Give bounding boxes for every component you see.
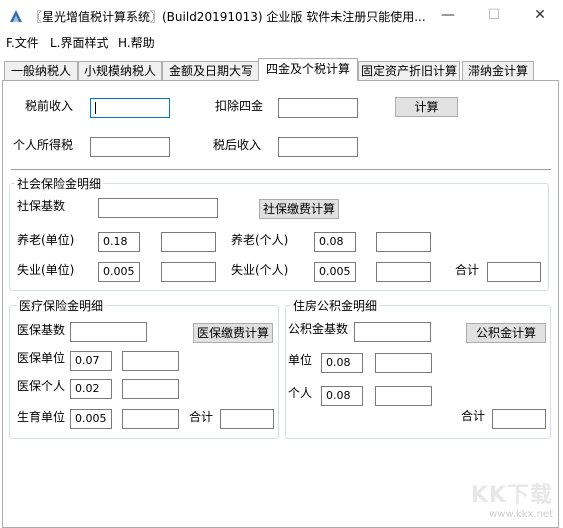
medical-person-amount[interactable]	[122, 379, 179, 399]
housing-unit-label: 单位	[288, 353, 313, 367]
medical-calc-button[interactable]: 医保缴费计算	[193, 323, 273, 343]
pretax-input[interactable]	[90, 98, 170, 118]
unemp-person-amount[interactable]	[376, 262, 431, 282]
medical-unit-label: 医保单位	[17, 351, 66, 365]
tab-amount-date[interactable]: 金额及日期大写	[162, 61, 260, 80]
tax-label: 个人所得税	[13, 138, 74, 152]
tax-input[interactable]	[90, 137, 170, 157]
housing-total-label: 合计	[461, 409, 486, 423]
pension-unit-rate[interactable]: 0.18	[98, 232, 140, 252]
pension-unit-amount[interactable]	[161, 232, 216, 252]
watermark: KK下载 www.kkx.net	[471, 477, 553, 520]
medical-base-label: 医保基数	[17, 323, 66, 337]
birth-unit-amount[interactable]	[122, 409, 179, 429]
title-bar: 〖星光增值税计算系统〗(Build20191013) 企业版 软件未注册只能使用…	[0, 0, 563, 30]
social-base-input[interactable]	[98, 198, 218, 218]
medical-person-rate[interactable]: 0.02	[70, 379, 112, 399]
calc-button[interactable]: 计算	[395, 97, 458, 117]
menu-style[interactable]: L.界面样式	[50, 34, 109, 51]
close-button[interactable]: ✕	[517, 0, 563, 30]
deduct-input[interactable]	[278, 98, 358, 118]
social-calc-button[interactable]: 社保缴费计算	[259, 199, 339, 219]
unemp-unit-rate[interactable]: 0.005	[98, 262, 140, 282]
pension-person-amount[interactable]	[376, 232, 431, 252]
deduct-label: 扣除四金	[215, 99, 264, 113]
tab-strip: 一般纳税人 小规模纳税人 金额及日期大写 四金及个税计算 固定资产折旧计算 滞纳…	[0, 58, 563, 81]
app-icon	[10, 10, 22, 22]
housing-unit-amount[interactable]	[375, 353, 432, 373]
minimize-button[interactable]: —	[425, 0, 471, 30]
pension-unit-label: 养老(单位)	[17, 233, 75, 247]
menu-file[interactable]: F.文件	[6, 34, 39, 51]
unemp-unit-amount[interactable]	[161, 262, 216, 282]
tab-late-fee[interactable]: 滞纳金计算	[462, 61, 534, 80]
medical-unit-rate[interactable]: 0.07	[70, 351, 112, 371]
social-total-label: 合计	[455, 263, 480, 277]
medical-total-input[interactable]	[220, 409, 274, 429]
aftertax-label: 税后收入	[213, 138, 262, 152]
housing-calc-button[interactable]: 公积金计算	[466, 323, 546, 343]
pension-person-label: 养老(个人)	[231, 233, 289, 247]
unemp-unit-label: 失业(单位)	[17, 263, 75, 277]
medical-unit-amount[interactable]	[122, 351, 179, 371]
housing-base-input[interactable]	[354, 322, 431, 342]
tab-depreciation[interactable]: 固定资产折旧计算	[358, 61, 460, 80]
housing-group-title: 住房公积金明细	[291, 297, 380, 314]
unemp-person-rate[interactable]: 0.005	[314, 262, 356, 282]
separator	[11, 169, 551, 170]
tab-general-taxpayer[interactable]: 一般纳税人	[4, 61, 78, 80]
menu-help[interactable]: H.帮助	[118, 34, 155, 51]
medical-base-input[interactable]	[70, 322, 147, 342]
tab-small-taxpayer[interactable]: 小规模纳税人	[78, 61, 162, 80]
housing-person-rate[interactable]: 0.08	[321, 386, 363, 406]
birth-unit-rate[interactable]: 0.005	[70, 409, 112, 429]
window-title: 〖星光增值税计算系统〗(Build20191013) 企业版 软件未注册只能使用…	[30, 10, 426, 24]
maximize-button[interactable]: ☐	[471, 0, 517, 30]
social-group-title: 社会保险金明细	[15, 175, 104, 192]
aftertax-input[interactable]	[278, 137, 358, 157]
text-caret	[95, 102, 96, 114]
housing-person-label: 个人	[288, 386, 313, 400]
housing-base-label: 公积金基数	[288, 322, 349, 336]
medical-person-label: 医保个人	[17, 379, 66, 393]
watermark-logo: KK下载	[470, 483, 553, 508]
pension-person-rate[interactable]: 0.08	[314, 232, 356, 252]
birth-unit-label: 生育单位	[17, 410, 66, 424]
watermark-url: www.kkx.net	[489, 509, 553, 520]
tab-insurance-tax[interactable]: 四金及个税计算	[258, 58, 358, 81]
housing-total-input[interactable]	[492, 409, 546, 429]
housing-person-amount[interactable]	[375, 386, 432, 406]
tab-panel: 税前收入 扣除四金 计算 个人所得税 税后收入 社会保险金明细 社保基数 社保缴…	[2, 80, 559, 528]
medical-group-title: 医疗保险金明细	[17, 297, 106, 314]
social-base-label: 社保基数	[17, 199, 66, 213]
medical-total-label: 合计	[189, 410, 214, 424]
unemp-person-label: 失业(个人)	[231, 263, 289, 277]
housing-unit-rate[interactable]: 0.08	[321, 353, 363, 373]
social-total-input[interactable]	[487, 262, 541, 282]
pretax-label: 税前收入	[25, 99, 74, 113]
